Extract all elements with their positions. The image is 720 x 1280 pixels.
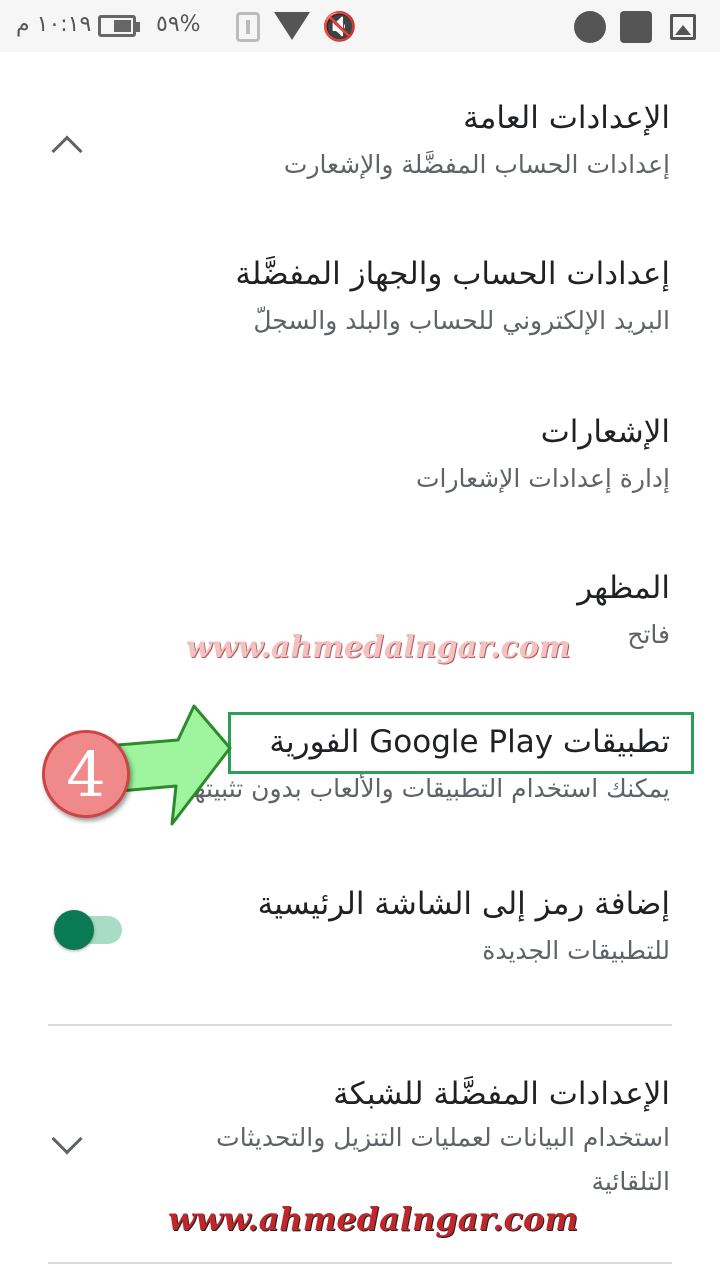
- chevron-up-icon[interactable]: [51, 135, 83, 167]
- notifications-settings[interactable]: الإشعارات إدارة إعدادات الإشعارات: [416, 414, 670, 493]
- general-settings-header[interactable]: الإعدادات العامة إعدادات الحساب المفضَّل…: [284, 100, 670, 179]
- battery-percent: ٥٩%: [156, 12, 201, 37]
- toggle-knob: [54, 910, 94, 950]
- home-icon-settings[interactable]: إضافة رمز إلى الشاشة الرئيسية للتطبيقات …: [258, 886, 670, 965]
- chevron-down-icon[interactable]: [51, 1123, 83, 1155]
- status-time: ١٠:١٩ م: [16, 12, 92, 37]
- notifications-subtitle: إدارة إعدادات الإشعارات: [415, 464, 670, 493]
- network-title: الإعدادات المفضَّلة للشبكة: [333, 1076, 670, 1112]
- battery-icon: [98, 15, 140, 37]
- appearance-settings[interactable]: المظهر فاتح: [577, 570, 670, 649]
- status-bar: ١٠:١٩ م ٥٩% 🔇: [0, 0, 720, 52]
- watermark: www.ahmedalngar.com: [168, 1200, 579, 1238]
- appearance-subtitle: فاتح: [627, 620, 670, 649]
- account-device-title: إعدادات الحساب والجهاز المفضَّلة: [235, 256, 670, 292]
- highlight-box: [228, 712, 694, 774]
- home-icon-toggle[interactable]: [54, 910, 122, 950]
- network-subtitle: استخدام البيانات لعمليات التنزيل والتحدي…: [216, 1123, 670, 1196]
- divider: [48, 1262, 672, 1264]
- watermark: www.ahmedalngar.com: [186, 630, 571, 665]
- appearance-title: المظهر: [577, 570, 670, 606]
- account-device-settings[interactable]: إعدادات الحساب والجهاز المفضَّلة البريد …: [235, 256, 670, 335]
- mute-icon: 🔇: [322, 10, 357, 43]
- vibrate-icon: [236, 12, 260, 42]
- general-settings-title: الإعدادات العامة: [463, 100, 670, 136]
- notification-circle-icon: [574, 11, 606, 43]
- notification-square-icon: [620, 11, 652, 43]
- divider: [48, 1024, 672, 1026]
- home-icon-title: إضافة رمز إلى الشاشة الرئيسية: [257, 886, 670, 922]
- home-icon-subtitle: للتطبيقات الجديدة: [482, 936, 670, 965]
- network-settings-header[interactable]: الإعدادات المفضَّلة للشبكة استخدام البيا…: [130, 1076, 670, 1204]
- image-icon: [670, 14, 696, 40]
- wifi-icon: [274, 12, 310, 40]
- step-marker: 4: [42, 730, 130, 818]
- notifications-title: الإشعارات: [540, 414, 670, 450]
- general-settings-subtitle: إعدادات الحساب المفضَّلة والإشعارت: [283, 150, 670, 179]
- instant-apps-subtitle: يمكنك استخدام التطبيقات والألعاب بدون تث…: [178, 774, 670, 803]
- account-device-subtitle: البريد الإلكتروني للحساب والبلد والسجلّ: [253, 306, 670, 335]
